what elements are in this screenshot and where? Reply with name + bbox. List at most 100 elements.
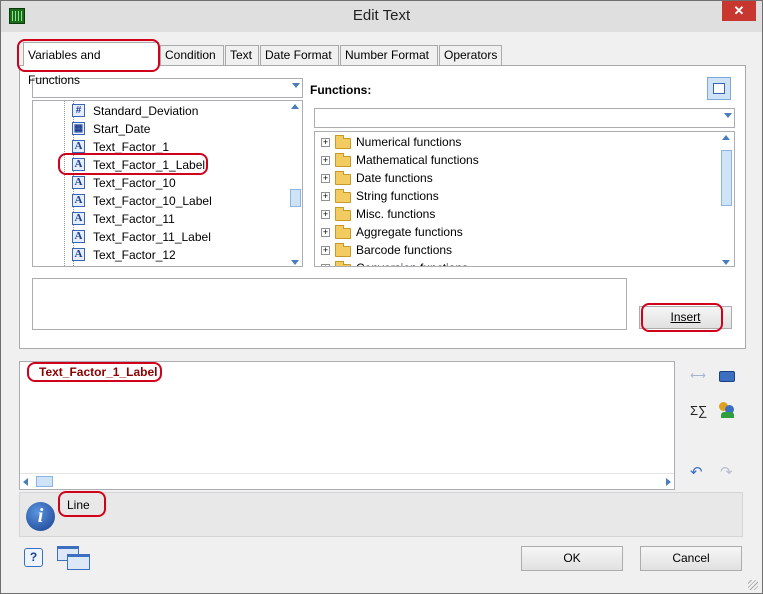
folder-icon [335, 207, 351, 221]
description-box [32, 278, 627, 330]
sum-icon[interactable]: Σ∑ [690, 403, 707, 418]
help-icon[interactable]: ? [24, 548, 43, 567]
folder-icon [335, 243, 351, 257]
tree-item-label: Aggregate functions [356, 225, 463, 239]
folder-icon [335, 225, 351, 239]
scroll-thumb[interactable] [290, 189, 301, 207]
edit-text-dialog: Edit Text ✕ Variables and Functions Cond… [0, 0, 763, 594]
keyboard-icon[interactable] [719, 371, 735, 382]
tree-item[interactable]: + Barcode functions [321, 241, 711, 259]
tree-item[interactable]: A Text_Factor_1 [71, 138, 281, 156]
variables-scrollbar[interactable] [287, 101, 302, 266]
ok-button[interactable]: OK [521, 546, 623, 571]
tree-item-label: Text_Factor_12 [93, 248, 176, 262]
folder-icon [335, 189, 351, 203]
tree-item[interactable]: + Date functions [321, 169, 711, 187]
resize-grip-icon[interactable] [748, 580, 758, 590]
tree-item[interactable]: + Mathematical functions [321, 151, 711, 169]
scroll-up-icon[interactable] [722, 135, 730, 140]
tree-item[interactable]: + Aggregate functions [321, 223, 711, 241]
user-body-icon [721, 412, 734, 418]
tree-item[interactable]: + Numerical functions [321, 133, 711, 151]
tab-condition[interactable]: Condition [160, 45, 224, 65]
scroll-left-icon[interactable] [23, 478, 28, 486]
users-icon[interactable] [719, 402, 735, 418]
tree-item-label: Misc. functions [356, 207, 436, 221]
tree-item[interactable]: + Conversion functions [321, 259, 711, 266]
tree-item-label: Text_Factor_11 [93, 212, 175, 226]
date-variable-icon: ▦ [72, 122, 85, 135]
scroll-thumb[interactable] [721, 150, 732, 206]
text-variable-icon: A [72, 140, 85, 153]
tree-line [64, 101, 65, 266]
tab-variables-and-functions[interactable]: Variables and Functions [23, 42, 159, 87]
tab-operators[interactable]: Operators [439, 45, 502, 65]
window-title: Edit Text [352, 7, 411, 24]
title-bar: Edit Text ✕ [1, 1, 762, 32]
expand-icon[interactable]: + [321, 156, 330, 165]
insert-button-label: Insert [670, 310, 701, 324]
expression-text: Text_Factor_1_Label [39, 365, 158, 379]
variables-tree[interactable]: # Standard_Deviation ▦ Start_Date A Text_Fa… [32, 100, 303, 267]
functions-scrollbar[interactable] [718, 132, 734, 266]
editor-hscrollbar[interactable] [20, 473, 674, 489]
functions-filter-combo[interactable] [314, 108, 735, 128]
text-variable-icon: A [72, 194, 85, 207]
tree-view-toggle-button[interactable] [707, 77, 731, 100]
functions-tree[interactable]: + Numerical functions + Mathematical funct… [314, 131, 735, 267]
insert-button[interactable]: Insert [639, 306, 732, 329]
expand-icon[interactable]: + [321, 246, 330, 255]
close-button[interactable]: ✕ [722, 1, 756, 21]
folder-icon [335, 261, 351, 266]
expression-editor[interactable]: Text_Factor_1_Label [19, 361, 675, 490]
expand-icon[interactable]: + [321, 138, 330, 147]
tree-item-label: Text_Factor_10 [93, 176, 176, 190]
cancel-button[interactable]: Cancel [640, 546, 742, 571]
tree-item[interactable]: A Text_Factor_10_Label [71, 192, 281, 210]
tree-item-label: Text_Factor_11_Label [93, 230, 211, 244]
text-variable-icon: A [72, 212, 85, 225]
windows-icon[interactable] [57, 546, 91, 572]
tab-text[interactable]: Text [225, 45, 259, 65]
functions-label: Functions: [310, 83, 372, 97]
tree-item-label: Text_Factor_1_Label [93, 158, 206, 172]
expand-icon[interactable]: + [321, 210, 330, 219]
info-panel [19, 492, 743, 537]
chevron-down-icon [292, 83, 300, 88]
tree-item[interactable]: ▦ Start_Date [71, 120, 281, 138]
info-text: Line [67, 498, 90, 512]
redo-icon[interactable]: ↷ [720, 463, 733, 481]
tree-item-label: Numerical functions [356, 135, 462, 149]
expand-icon[interactable]: + [321, 264, 330, 266]
tree-item-label: Standard_Deviation [93, 104, 199, 118]
scroll-down-icon[interactable] [722, 260, 730, 265]
tree-item[interactable]: A Text_Factor_10 [71, 174, 281, 192]
tree-item[interactable]: A Text_Factor_11 [71, 210, 281, 228]
tree-item[interactable]: A Text_Factor_11_Label [71, 228, 281, 246]
text-variable-icon: A [72, 248, 85, 261]
scroll-up-icon[interactable] [291, 104, 299, 109]
tree-item-label: Conversion functions [356, 259, 468, 266]
expand-icon[interactable]: + [321, 228, 330, 237]
tree-item[interactable]: A Text_Factor_12 [71, 246, 281, 264]
tree-item[interactable]: + String functions [321, 187, 711, 205]
scroll-right-icon[interactable] [666, 478, 671, 486]
chevron-down-icon [724, 113, 732, 118]
list-view-icon [713, 83, 725, 94]
tree-item-label: String functions [356, 189, 439, 203]
tree-item[interactable]: # Standard_Deviation [71, 102, 281, 120]
wrap-icon[interactable]: ⟷ [689, 369, 707, 383]
expand-icon[interactable]: + [321, 192, 330, 201]
scroll-thumb[interactable] [36, 476, 53, 487]
undo-icon[interactable]: ↶ [690, 463, 703, 481]
tree-item[interactable]: A Text_Factor_1_Label [71, 156, 281, 174]
expand-icon[interactable]: + [321, 174, 330, 183]
text-variable-icon: A [72, 176, 85, 189]
tree-item-label: Date functions [356, 171, 433, 185]
tab-date-format[interactable]: Date Format [260, 45, 339, 65]
scroll-down-icon[interactable] [291, 260, 299, 265]
tree-item-label: Start_Date [93, 122, 151, 136]
tab-number-format[interactable]: Number Format [340, 45, 438, 65]
tree-item[interactable]: + Misc. functions [321, 205, 711, 223]
tree-item-label: Text_Factor_1 [93, 140, 170, 154]
